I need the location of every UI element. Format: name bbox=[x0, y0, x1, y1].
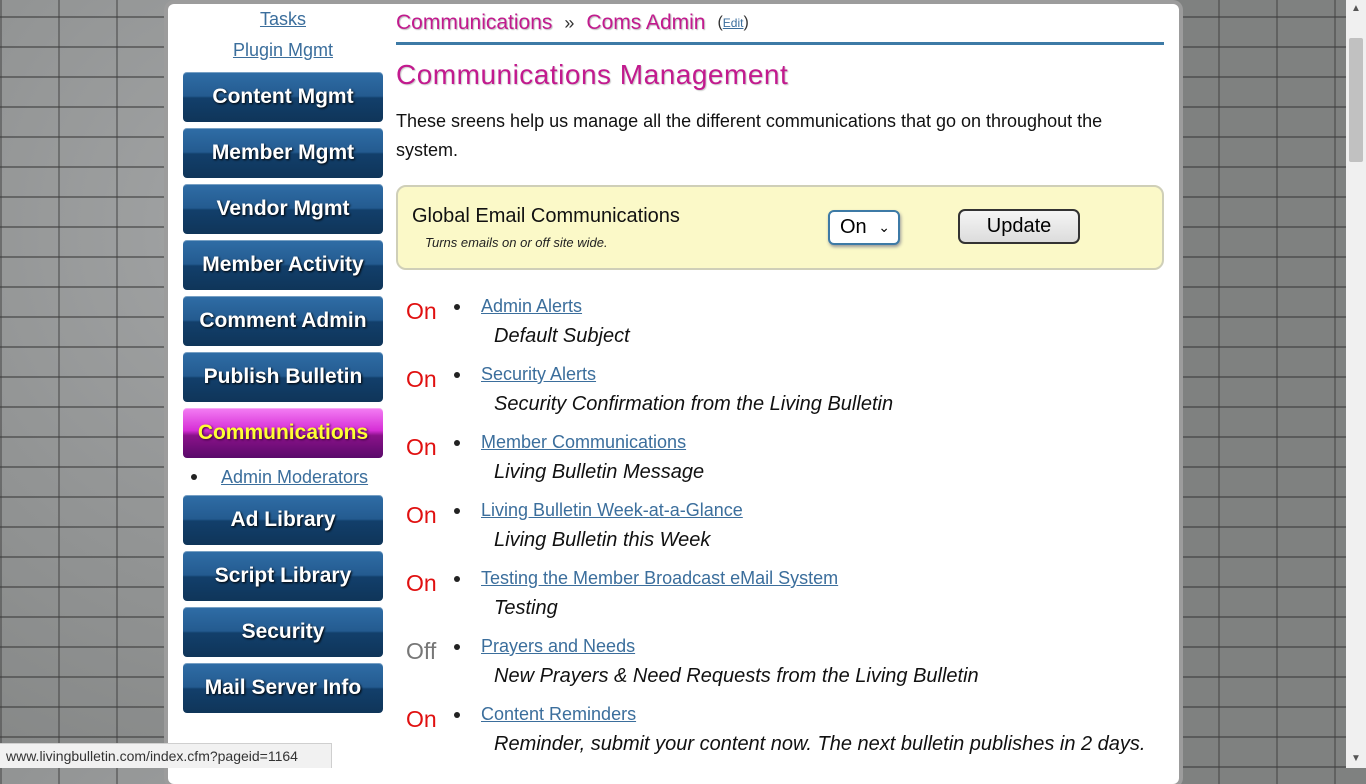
communication-link[interactable]: Living Bulletin Week-at-a-Glance bbox=[481, 500, 743, 521]
nav-vendor-mgmt-button[interactable]: Vendor Mgmt bbox=[183, 184, 383, 234]
admin-moderators-link[interactable]: Admin Moderators bbox=[221, 467, 368, 488]
bullet-icon bbox=[454, 508, 460, 514]
nav-content-mgmt-button[interactable]: Content Mgmt bbox=[183, 72, 383, 122]
update-button[interactable]: Update bbox=[958, 209, 1080, 244]
nav-member-activity-button[interactable]: Member Activity bbox=[183, 240, 383, 290]
chevron-down-icon: ⌄ bbox=[878, 219, 890, 235]
global-email-panel: Global Email Communications Turns emails… bbox=[396, 185, 1164, 270]
nav-member-mgmt-button[interactable]: Member Mgmt bbox=[183, 128, 383, 178]
bullet-icon bbox=[454, 372, 460, 378]
communication-link[interactable]: Content Reminders bbox=[481, 704, 636, 725]
communication-link[interactable]: Security Alerts bbox=[481, 364, 596, 385]
nav-security-button[interactable]: Security bbox=[183, 607, 383, 657]
communication-link[interactable]: Member Communications bbox=[481, 432, 686, 453]
breadcrumb-coms-admin[interactable]: Coms Admin bbox=[586, 11, 705, 35]
breadcrumb: Communications » Coms Admin (Edit) bbox=[396, 4, 1164, 45]
edit-wrapper: (Edit) bbox=[717, 14, 749, 31]
bullet-icon bbox=[454, 440, 460, 446]
nav-ad-library-button[interactable]: Ad Library bbox=[183, 495, 383, 545]
page-container: Tasks Plugin Mgmt Content Mgmt Member Mg… bbox=[168, 4, 1179, 784]
plugin-mgmt-link[interactable]: Plugin Mgmt bbox=[183, 35, 383, 66]
communication-subject: Testing bbox=[494, 597, 558, 619]
scrollbar-thumb[interactable] bbox=[1349, 38, 1363, 162]
list-item: On Admin Alerts Default Subject bbox=[396, 292, 1164, 360]
nav-mail-server-info-button[interactable]: Mail Server Info bbox=[183, 663, 383, 713]
bullet-icon bbox=[454, 576, 460, 582]
scroll-down-arrow-icon[interactable]: ▼ bbox=[1346, 750, 1366, 768]
communication-subject: Security Confirmation from the Living Bu… bbox=[494, 393, 894, 415]
communication-link[interactable]: Admin Alerts bbox=[481, 296, 582, 317]
communication-subject: Living Bulletin Message bbox=[494, 461, 705, 483]
status-label: On bbox=[406, 366, 437, 392]
nav-publish-bulletin-button[interactable]: Publish Bulletin bbox=[183, 352, 383, 402]
global-email-select[interactable]: On ⌄ bbox=[828, 210, 900, 245]
list-item: Off Prayers and Needs New Prayers & Need… bbox=[396, 632, 1164, 700]
list-item: On Member Communications Living Bulletin… bbox=[396, 428, 1164, 496]
global-email-select-value: On bbox=[840, 216, 867, 238]
list-item: On Security Alerts Security Confirmation… bbox=[396, 360, 1164, 428]
communication-subject: Living Bulletin this Week bbox=[494, 529, 711, 551]
communication-subject: New Prayers & Need Requests from the Liv… bbox=[494, 665, 979, 687]
list-item: On Content Reminders Reminder, submit yo… bbox=[396, 700, 1164, 768]
breadcrumb-separator: » bbox=[564, 12, 575, 33]
sidebar-nav: Tasks Plugin Mgmt Content Mgmt Member Mg… bbox=[183, 4, 383, 713]
communication-subject: Reminder, submit your content now. The n… bbox=[494, 733, 1146, 755]
breadcrumb-communications[interactable]: Communications bbox=[396, 11, 552, 35]
status-label: On bbox=[406, 502, 437, 528]
nav-comment-admin-button[interactable]: Comment Admin bbox=[183, 296, 383, 346]
status-label: On bbox=[406, 706, 437, 732]
global-email-label: Global Email Communications bbox=[412, 205, 680, 227]
tasks-link[interactable]: Tasks bbox=[183, 4, 383, 35]
communication-link[interactable]: Testing the Member Broadcast eMail Syste… bbox=[481, 568, 838, 589]
stone-background-left bbox=[0, 0, 163, 768]
nav-script-library-button[interactable]: Script Library bbox=[183, 551, 383, 601]
status-label: Off bbox=[406, 638, 437, 664]
browser-status-bar: www.livingbulletin.com/index.cfm?pageid=… bbox=[0, 743, 332, 768]
communication-subject: Default Subject bbox=[494, 325, 630, 347]
global-email-description: Turns emails on or off site wide. bbox=[425, 235, 608, 250]
communication-link[interactable]: Prayers and Needs bbox=[481, 636, 635, 657]
bullet-icon bbox=[454, 304, 460, 310]
bullet-icon bbox=[191, 474, 197, 480]
subnav-admin-moderators: Admin Moderators bbox=[191, 460, 383, 494]
page-title: Communications Management bbox=[396, 59, 789, 90]
vertical-scrollbar[interactable]: ▲ ▼ bbox=[1346, 0, 1366, 768]
stone-background-right bbox=[1180, 0, 1346, 768]
status-label: On bbox=[406, 434, 437, 460]
communications-list: On Admin Alerts Default Subject On Secur… bbox=[396, 292, 1164, 768]
list-item: On Living Bulletin Week-at-a-Glance Livi… bbox=[396, 496, 1164, 564]
status-label: On bbox=[406, 570, 437, 596]
list-item: On Testing the Member Broadcast eMail Sy… bbox=[396, 564, 1164, 632]
scroll-up-arrow-icon[interactable]: ▲ bbox=[1346, 0, 1366, 18]
edit-link[interactable]: Edit bbox=[723, 16, 744, 30]
bullet-icon bbox=[454, 644, 460, 650]
nav-communications-button[interactable]: Communications bbox=[183, 408, 383, 458]
intro-text: These sreens help us manage all the diff… bbox=[396, 111, 1103, 160]
bullet-icon bbox=[454, 712, 460, 718]
main-content: Communications » Coms Admin (Edit) Commu… bbox=[396, 4, 1164, 768]
status-label: On bbox=[406, 298, 437, 324]
